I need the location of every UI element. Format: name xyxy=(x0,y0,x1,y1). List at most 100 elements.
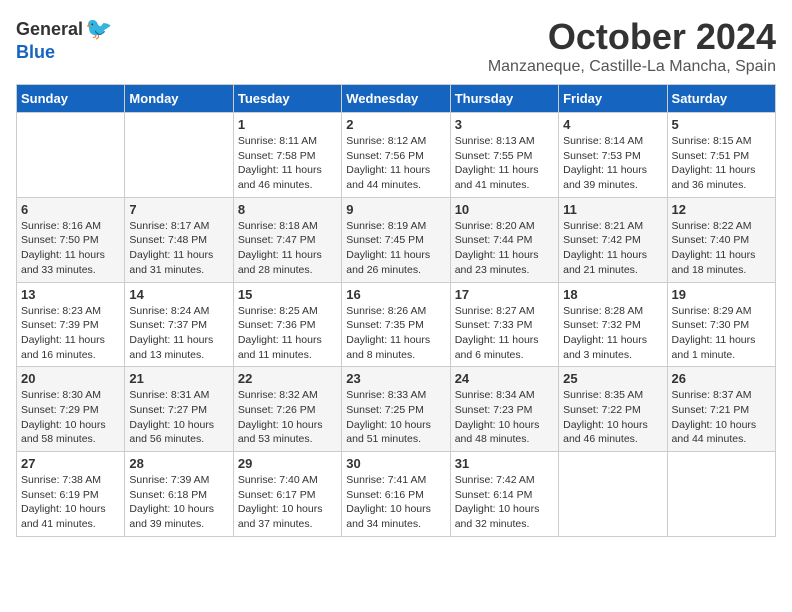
page-header: General 🐦 Blue October 2024 Manzaneque, … xyxy=(16,16,776,76)
calendar-cell: 20 Sunrise: 8:30 AM Sunset: 7:29 PM Dayli… xyxy=(17,367,125,452)
logo-blue: Blue xyxy=(16,42,55,63)
calendar-header-tuesday: Tuesday xyxy=(233,85,341,113)
calendar-cell: 23 Sunrise: 8:33 AM Sunset: 7:25 PM Dayli… xyxy=(342,367,450,452)
day-number: 25 xyxy=(563,371,662,386)
calendar-cell: 18Sunrise: 8:28 AM Sunset: 7:32 PM Dayli… xyxy=(559,282,667,367)
calendar-cell: 8 Sunrise: 8:18 AM Sunset: 7:47 PM Daylig… xyxy=(233,197,341,282)
day-info: Sunrise: 7:38 AM Sunset: 6:19 PM Dayligh… xyxy=(21,473,120,532)
day-number: 24 xyxy=(455,371,554,386)
day-info: Sunrise: 8:30 AM Sunset: 7:29 PM Dayligh… xyxy=(21,388,120,447)
calendar-cell: 12Sunrise: 8:22 AM Sunset: 7:40 PM Dayli… xyxy=(667,197,775,282)
day-info: Sunrise: 8:37 AM Sunset: 7:21 PM Dayligh… xyxy=(672,388,771,447)
day-number: 5 xyxy=(672,117,771,132)
day-number: 15 xyxy=(238,287,337,302)
day-number: 12 xyxy=(672,202,771,217)
calendar-cell: 29 Sunrise: 7:40 AM Sunset: 6:17 PM Dayli… xyxy=(233,452,341,537)
day-number: 16 xyxy=(346,287,445,302)
day-info: Sunrise: 8:21 AM Sunset: 7:42 PM Dayligh… xyxy=(563,219,662,278)
day-number: 20 xyxy=(21,371,120,386)
calendar-cell: 6 Sunrise: 8:16 AM Sunset: 7:50 PM Daylig… xyxy=(17,197,125,282)
calendar-header-monday: Monday xyxy=(125,85,233,113)
day-number: 22 xyxy=(238,371,337,386)
calendar-cell: 3Sunrise: 8:13 AM Sunset: 7:55 PM Daylig… xyxy=(450,113,558,198)
day-info: Sunrise: 8:35 AM Sunset: 7:22 PM Dayligh… xyxy=(563,388,662,447)
day-number: 27 xyxy=(21,456,120,471)
day-info: Sunrise: 8:14 AM Sunset: 7:53 PM Dayligh… xyxy=(563,134,662,193)
day-info: Sunrise: 8:18 AM Sunset: 7:47 PM Dayligh… xyxy=(238,219,337,278)
calendar-cell: 4 Sunrise: 8:14 AM Sunset: 7:53 PM Daylig… xyxy=(559,113,667,198)
day-info: Sunrise: 8:34 AM Sunset: 7:23 PM Dayligh… xyxy=(455,388,554,447)
day-number: 14 xyxy=(129,287,228,302)
day-info: Sunrise: 8:17 AM Sunset: 7:48 PM Dayligh… xyxy=(129,219,228,278)
logo: General 🐦 Blue xyxy=(16,16,112,63)
title-area: October 2024 Manzaneque, Castille-La Man… xyxy=(488,16,776,76)
calendar-cell: 22 Sunrise: 8:32 AM Sunset: 7:26 PM Dayli… xyxy=(233,367,341,452)
logo-general: General xyxy=(16,19,83,40)
day-info: Sunrise: 8:32 AM Sunset: 7:26 PM Dayligh… xyxy=(238,388,337,447)
calendar-cell: 26Sunrise: 8:37 AM Sunset: 7:21 PM Dayli… xyxy=(667,367,775,452)
calendar-cell: 16 Sunrise: 8:26 AM Sunset: 7:35 PM Dayli… xyxy=(342,282,450,367)
day-number: 21 xyxy=(129,371,228,386)
calendar-header-sunday: Sunday xyxy=(17,85,125,113)
day-info: Sunrise: 7:39 AM Sunset: 6:18 PM Dayligh… xyxy=(129,473,228,532)
day-info: Sunrise: 8:19 AM Sunset: 7:45 PM Dayligh… xyxy=(346,219,445,278)
day-info: Sunrise: 7:42 AM Sunset: 6:14 PM Dayligh… xyxy=(455,473,554,532)
day-number: 6 xyxy=(21,202,120,217)
day-number: 28 xyxy=(129,456,228,471)
day-info: Sunrise: 8:25 AM Sunset: 7:36 PM Dayligh… xyxy=(238,304,337,363)
day-number: 4 xyxy=(563,117,662,132)
day-number: 9 xyxy=(346,202,445,217)
calendar-week-5: 27 Sunrise: 7:38 AM Sunset: 6:19 PM Dayli… xyxy=(17,452,776,537)
calendar-cell xyxy=(667,452,775,537)
day-number: 19 xyxy=(672,287,771,302)
calendar-cell: 21 Sunrise: 8:31 AM Sunset: 7:27 PM Dayli… xyxy=(125,367,233,452)
day-info: Sunrise: 8:27 AM Sunset: 7:33 PM Dayligh… xyxy=(455,304,554,363)
day-number: 1 xyxy=(238,117,337,132)
calendar-cell xyxy=(125,113,233,198)
day-info: Sunrise: 8:16 AM Sunset: 7:50 PM Dayligh… xyxy=(21,219,120,278)
calendar-cell: 19 Sunrise: 8:29 AM Sunset: 7:30 PM Dayli… xyxy=(667,282,775,367)
calendar-cell: 30Sunrise: 7:41 AM Sunset: 6:16 PM Dayli… xyxy=(342,452,450,537)
month-title: October 2024 xyxy=(488,16,776,58)
calendar-cell: 17Sunrise: 8:27 AM Sunset: 7:33 PM Dayli… xyxy=(450,282,558,367)
day-info: Sunrise: 8:26 AM Sunset: 7:35 PM Dayligh… xyxy=(346,304,445,363)
calendar-week-4: 20 Sunrise: 8:30 AM Sunset: 7:29 PM Dayli… xyxy=(17,367,776,452)
day-info: Sunrise: 7:41 AM Sunset: 6:16 PM Dayligh… xyxy=(346,473,445,532)
calendar-week-3: 13 Sunrise: 8:23 AM Sunset: 7:39 PM Dayli… xyxy=(17,282,776,367)
day-number: 2 xyxy=(346,117,445,132)
calendar-header-thursday: Thursday xyxy=(450,85,558,113)
calendar-table: SundayMondayTuesdayWednesdayThursdayFrid… xyxy=(16,84,776,537)
day-info: Sunrise: 8:28 AM Sunset: 7:32 PM Dayligh… xyxy=(563,304,662,363)
day-info: Sunrise: 8:33 AM Sunset: 7:25 PM Dayligh… xyxy=(346,388,445,447)
calendar-cell: 15 Sunrise: 8:25 AM Sunset: 7:36 PM Dayli… xyxy=(233,282,341,367)
day-number: 8 xyxy=(238,202,337,217)
day-number: 31 xyxy=(455,456,554,471)
calendar-cell: 1Sunrise: 8:11 AM Sunset: 7:58 PM Daylig… xyxy=(233,113,341,198)
day-info: Sunrise: 8:31 AM Sunset: 7:27 PM Dayligh… xyxy=(129,388,228,447)
logo-bird-icon: 🐦 xyxy=(85,16,112,42)
calendar-cell: 24 Sunrise: 8:34 AM Sunset: 7:23 PM Dayli… xyxy=(450,367,558,452)
calendar-header-saturday: Saturday xyxy=(667,85,775,113)
day-info: Sunrise: 8:23 AM Sunset: 7:39 PM Dayligh… xyxy=(21,304,120,363)
calendar-cell: 14Sunrise: 8:24 AM Sunset: 7:37 PM Dayli… xyxy=(125,282,233,367)
calendar-cell xyxy=(559,452,667,537)
day-number: 29 xyxy=(238,456,337,471)
calendar-cell: 9 Sunrise: 8:19 AM Sunset: 7:45 PM Daylig… xyxy=(342,197,450,282)
calendar-cell: 2 Sunrise: 8:12 AM Sunset: 7:56 PM Daylig… xyxy=(342,113,450,198)
day-info: Sunrise: 8:12 AM Sunset: 7:56 PM Dayligh… xyxy=(346,134,445,193)
day-info: Sunrise: 8:29 AM Sunset: 7:30 PM Dayligh… xyxy=(672,304,771,363)
day-info: Sunrise: 7:40 AM Sunset: 6:17 PM Dayligh… xyxy=(238,473,337,532)
calendar-header-friday: Friday xyxy=(559,85,667,113)
calendar-header-row: SundayMondayTuesdayWednesdayThursdayFrid… xyxy=(17,85,776,113)
calendar-cell: 25 Sunrise: 8:35 AM Sunset: 7:22 PM Dayli… xyxy=(559,367,667,452)
calendar-cell xyxy=(17,113,125,198)
day-number: 3 xyxy=(455,117,554,132)
calendar-cell: 11Sunrise: 8:21 AM Sunset: 7:42 PM Dayli… xyxy=(559,197,667,282)
calendar-cell: 31 Sunrise: 7:42 AM Sunset: 6:14 PM Dayli… xyxy=(450,452,558,537)
day-number: 7 xyxy=(129,202,228,217)
day-number: 23 xyxy=(346,371,445,386)
day-number: 13 xyxy=(21,287,120,302)
day-info: Sunrise: 8:20 AM Sunset: 7:44 PM Dayligh… xyxy=(455,219,554,278)
calendar-cell: 5Sunrise: 8:15 AM Sunset: 7:51 PM Daylig… xyxy=(667,113,775,198)
calendar-week-2: 6 Sunrise: 8:16 AM Sunset: 7:50 PM Daylig… xyxy=(17,197,776,282)
